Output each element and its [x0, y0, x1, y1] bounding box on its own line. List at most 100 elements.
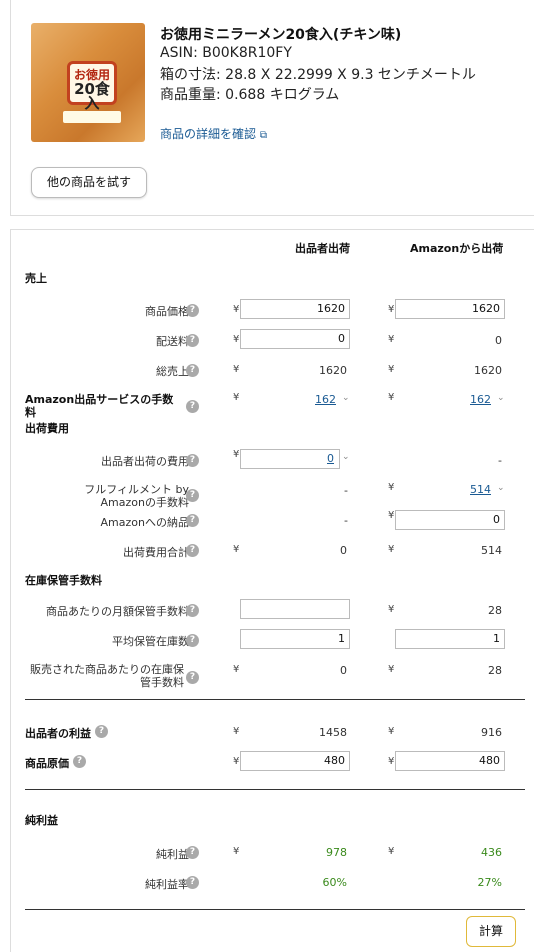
- help-icon[interactable]: ?: [186, 489, 199, 502]
- section-shipping-costs: 出荷費用: [25, 422, 69, 435]
- net-profit-amazon: 436: [481, 846, 502, 859]
- storage-per-sold-amazon: 28: [488, 664, 502, 677]
- label-net-profit: 純利益: [156, 848, 189, 861]
- section-storage: 在庫保管手数料: [25, 574, 102, 587]
- cost-input-seller[interactable]: 480: [240, 751, 350, 771]
- currency-symbol: ¥: [388, 604, 395, 615]
- label-shipping: 配送料: [156, 335, 189, 348]
- fulfillment-amazon-link[interactable]: 514: [470, 483, 491, 496]
- monthly-storage-input-seller[interactable]: [240, 599, 350, 619]
- price-input-seller[interactable]: 1620: [240, 299, 350, 319]
- currency-symbol: ¥: [233, 664, 240, 675]
- label-monthly-storage: 商品あたりの月額保管手数料: [46, 605, 189, 618]
- product-detail-link-text[interactable]: 商品の詳細を確認: [160, 127, 256, 141]
- fba-fee-amazon-link[interactable]: 162: [470, 393, 491, 406]
- currency-symbol: ¥: [388, 334, 395, 345]
- help-icon[interactable]: ?: [186, 876, 199, 889]
- help-icon[interactable]: ?: [186, 454, 199, 467]
- chevron-down-icon[interactable]: ⌄: [342, 452, 350, 462]
- try-other-product-button[interactable]: 他の商品を試す: [31, 167, 147, 198]
- calculate-button[interactable]: 計算: [466, 916, 516, 947]
- price-input-amazon[interactable]: 1620: [395, 299, 505, 319]
- shipping-total-seller: 0: [340, 544, 347, 557]
- currency-symbol: ¥: [233, 544, 240, 555]
- product-title: お徳用ミニラーメン20食入(チキン味): [160, 27, 402, 43]
- help-icon[interactable]: ?: [186, 334, 199, 347]
- product-image-badge: お徳用 20食入: [67, 61, 117, 111]
- section-net-profit: 純利益: [25, 814, 58, 827]
- fba-fee-seller-link[interactable]: 162: [315, 393, 336, 406]
- currency-symbol: ¥: [233, 756, 240, 767]
- label-price: 商品価格: [145, 305, 189, 318]
- avg-inventory-input-amazon[interactable]: 1: [395, 629, 505, 649]
- help-icon[interactable]: ?: [186, 304, 199, 317]
- label-fulfillment: フルフィルメント by Amazonの手数料: [84, 483, 189, 509]
- seller-shipping-input[interactable]: 0: [240, 449, 340, 469]
- fba-fee-amazon[interactable]: 162: [445, 393, 491, 406]
- divider: [25, 789, 525, 790]
- currency-symbol: ¥: [388, 846, 395, 857]
- monthly-storage-amazon: 28: [488, 604, 502, 617]
- currency-symbol: ¥: [388, 544, 395, 555]
- net-margin-seller: 60%: [322, 876, 347, 889]
- help-icon[interactable]: ?: [95, 725, 108, 738]
- label-seller-shipping: 出品者出荷の費用: [101, 455, 189, 468]
- help-icon[interactable]: ?: [186, 400, 199, 413]
- currency-symbol: ¥: [388, 364, 395, 375]
- product-image: お徳用 20食入: [31, 23, 145, 142]
- external-link-icon: ⧉: [259, 130, 267, 141]
- inbound-seller: -: [344, 514, 348, 527]
- help-icon[interactable]: ?: [186, 514, 199, 527]
- currency-symbol: ¥: [388, 304, 395, 315]
- label-shipping-total: 出荷費用合計: [123, 546, 189, 559]
- cost-input-amazon[interactable]: 480: [395, 751, 505, 771]
- currency-symbol: ¥: [388, 510, 395, 521]
- help-icon[interactable]: ?: [186, 846, 199, 859]
- help-icon[interactable]: ?: [186, 544, 199, 557]
- fba-fee-seller[interactable]: 162: [290, 393, 336, 406]
- fulfillment-amazon[interactable]: 514: [445, 483, 491, 496]
- product-detail-link[interactable]: 商品の詳細を確認 ⧉: [160, 125, 267, 142]
- product-asin: ASIN: B00K8R10FY: [160, 45, 292, 61]
- currency-symbol: ¥: [233, 364, 240, 375]
- help-icon[interactable]: ?: [73, 755, 86, 768]
- storage-per-sold-seller: 0: [340, 664, 347, 677]
- label-seller-profit: 出品者の利益: [25, 727, 91, 740]
- chevron-down-icon[interactable]: ⌄: [497, 393, 505, 403]
- seller-shipping-value[interactable]: 0: [327, 452, 334, 465]
- total-sales-amazon: 1620: [474, 364, 502, 377]
- help-icon[interactable]: ?: [186, 634, 199, 647]
- net-profit-seller: 978: [326, 846, 347, 859]
- help-icon[interactable]: ?: [186, 671, 199, 684]
- currency-symbol: ¥: [388, 392, 395, 403]
- column-header-amazon: Amazonから出荷: [410, 242, 504, 255]
- product-image-stripe: [63, 111, 121, 123]
- label-total-sales: 総売上: [156, 365, 189, 378]
- currency-symbol: ¥: [388, 482, 395, 493]
- help-icon[interactable]: ?: [186, 604, 199, 617]
- currency-symbol: ¥: [233, 449, 240, 460]
- divider: [25, 699, 525, 700]
- help-icon[interactable]: ?: [186, 364, 199, 377]
- inbound-input-amazon[interactable]: 0: [395, 510, 505, 530]
- label-fba-fee: Amazon出品サービスの手数料: [25, 393, 174, 419]
- product-weight: 商品重量: 0.688 キログラム: [160, 87, 340, 103]
- label-storage-per-sold: 販売された商品あたりの在庫保管手数料: [30, 663, 184, 689]
- product-dimensions: 箱の寸法: 28.8 X 22.2999 X 9.3 センチメートル: [160, 67, 476, 83]
- shipping-total-amazon: 514: [481, 544, 502, 557]
- fulfillment-seller: -: [344, 484, 348, 497]
- label-inbound: Amazonへの納品: [100, 516, 189, 529]
- shipping-input-seller[interactable]: 0: [240, 329, 350, 349]
- total-sales-seller: 1620: [319, 364, 347, 377]
- label-cost: 商品原価: [25, 757, 69, 770]
- avg-inventory-input-seller[interactable]: 1: [240, 629, 350, 649]
- label-net-margin: 純利益率: [145, 878, 189, 891]
- chevron-down-icon[interactable]: ⌄: [342, 393, 350, 403]
- seller-shipping-amazon: -: [498, 454, 502, 467]
- chevron-down-icon[interactable]: ⌄: [497, 483, 505, 493]
- currency-symbol: ¥: [233, 846, 240, 857]
- currency-symbol: ¥: [388, 664, 395, 675]
- column-header-seller: 出品者出荷: [295, 242, 350, 255]
- currency-symbol: ¥: [233, 392, 240, 403]
- currency-symbol: ¥: [233, 334, 240, 345]
